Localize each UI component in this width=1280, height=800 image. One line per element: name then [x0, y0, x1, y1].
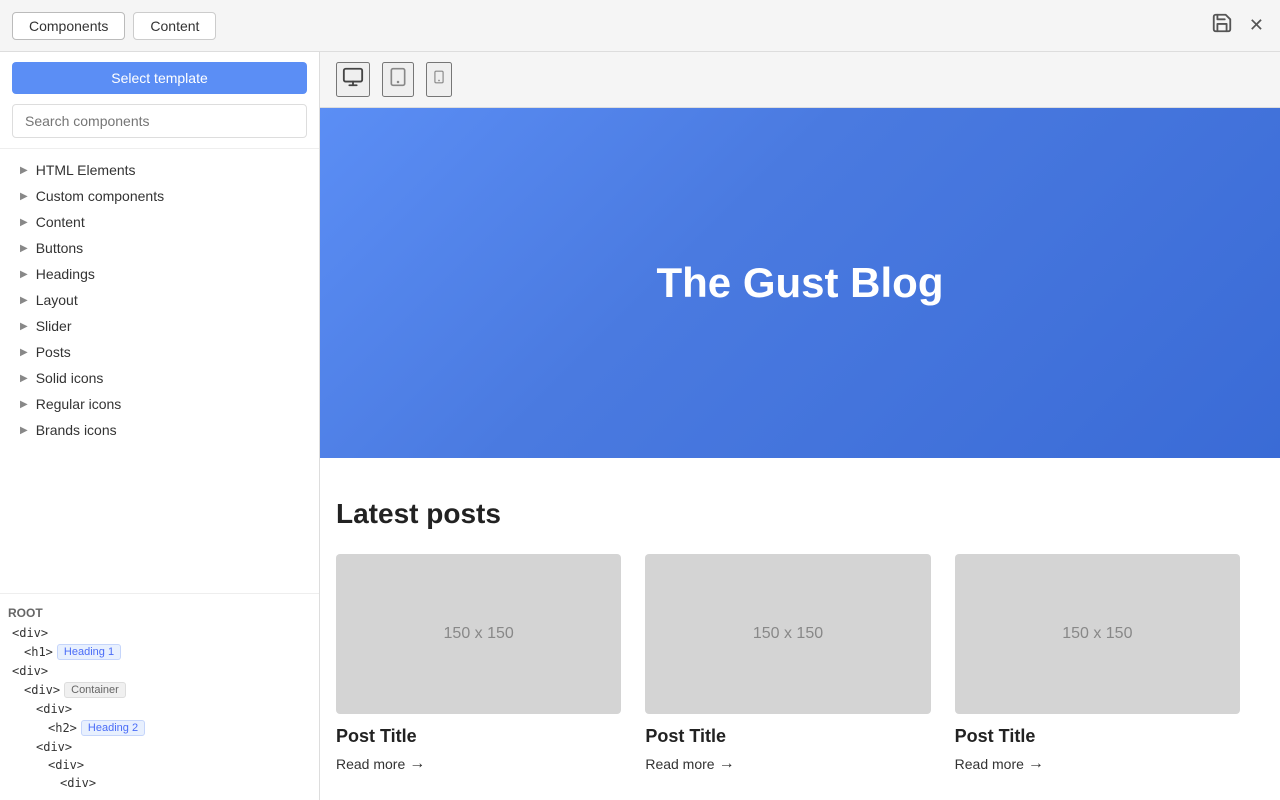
chevron-right-icon: ▶	[20, 347, 28, 358]
sidebar-item-slider[interactable]: ▶ Slider	[0, 313, 319, 339]
arrow-right-icon: →	[409, 755, 425, 773]
sidebar-item-label: HTML Elements	[36, 162, 136, 178]
top-bar: Components Content ✕	[0, 0, 1280, 52]
read-more-text: Read more	[645, 756, 714, 772]
dom-line[interactable]: <div>	[0, 774, 319, 792]
dom-line[interactable]: <div> Container	[0, 680, 319, 700]
chevron-right-icon: ▶	[20, 425, 28, 436]
sidebar-item-label: Brands icons	[36, 422, 117, 438]
dom-root-label: ROOT	[0, 602, 319, 624]
sidebar-item-buttons[interactable]: ▶ Buttons	[0, 235, 319, 261]
read-more-link[interactable]: Read more →	[645, 755, 930, 773]
post-title: Post Title	[336, 726, 621, 747]
preview-area: The Gust Blog Latest posts 150 x 150 Pos…	[320, 52, 1280, 800]
desktop-view-button[interactable]	[336, 62, 370, 97]
sidebar-item-custom-components[interactable]: ▶ Custom components	[0, 183, 319, 209]
preview-content: The Gust Blog Latest posts 150 x 150 Pos…	[320, 108, 1280, 800]
sidebar-item-layout[interactable]: ▶ Layout	[0, 287, 319, 313]
hero-section: The Gust Blog	[320, 108, 1280, 458]
read-more-text: Read more	[955, 756, 1024, 772]
dom-line[interactable]: <div>	[0, 662, 319, 680]
sidebar-item-solid-icons[interactable]: ▶ Solid icons	[0, 365, 319, 391]
section-title: Latest posts	[336, 498, 1240, 530]
sidebar-item-label: Buttons	[36, 240, 83, 256]
post-card: 150 x 150 Post Title Read more →	[645, 554, 930, 773]
post-card: 150 x 150 Post Title Read more →	[336, 554, 621, 773]
dom-line[interactable]: <h1> Heading 1	[0, 642, 319, 662]
save-button[interactable]	[1207, 8, 1237, 43]
sidebar-item-html-elements[interactable]: ▶ HTML Elements	[0, 157, 319, 183]
sidebar-item-label: Slider	[36, 318, 72, 334]
dom-badge-heading1: Heading 1	[57, 644, 121, 660]
post-image-placeholder: 150 x 150	[336, 554, 621, 714]
sidebar-item-headings[interactable]: ▶ Headings	[0, 261, 319, 287]
read-more-link[interactable]: Read more →	[955, 755, 1240, 773]
posts-grid: 150 x 150 Post Title Read more → 150 x 1…	[336, 554, 1240, 773]
sidebar-item-content[interactable]: ▶ Content	[0, 209, 319, 235]
mobile-view-button[interactable]	[426, 62, 452, 97]
arrow-right-icon: →	[1028, 755, 1044, 773]
sidebar-item-label: Solid icons	[36, 370, 104, 386]
sidebar-item-label: Headings	[36, 266, 95, 282]
sidebar-top: Select template	[0, 52, 319, 149]
chevron-right-icon: ▶	[20, 191, 28, 202]
viewport-bar	[320, 52, 1280, 108]
sidebar-item-label: Regular icons	[36, 396, 122, 412]
tab-content[interactable]: Content	[133, 12, 216, 40]
dom-badge-container: Container	[64, 682, 126, 698]
sidebar-item-brands-icons[interactable]: ▶ Brands icons	[0, 417, 319, 443]
chevron-right-icon: ▶	[20, 269, 28, 280]
chevron-right-icon: ▶	[20, 373, 28, 384]
chevron-right-icon: ▶	[20, 165, 28, 176]
hero-title: The Gust Blog	[657, 259, 944, 307]
sidebar-item-regular-icons[interactable]: ▶ Regular icons	[0, 391, 319, 417]
sidebar-tree: ▶ HTML Elements ▶ Custom components ▶ Co…	[0, 149, 319, 593]
dom-badge-heading2: Heading 2	[81, 720, 145, 736]
post-title: Post Title	[955, 726, 1240, 747]
sidebar-item-posts[interactable]: ▶ Posts	[0, 339, 319, 365]
post-card: 150 x 150 Post Title Read more →	[955, 554, 1240, 773]
dom-line[interactable]: <div>	[0, 700, 319, 718]
select-template-button[interactable]: Select template	[12, 62, 307, 94]
chevron-right-icon: ▶	[20, 295, 28, 306]
post-image-placeholder: 150 x 150	[955, 554, 1240, 714]
chevron-right-icon: ▶	[20, 243, 28, 254]
close-button[interactable]: ✕	[1245, 11, 1268, 40]
main-layout: Select template ▶ HTML Elements ▶ Custom…	[0, 52, 1280, 800]
dom-line[interactable]: <div>	[0, 738, 319, 756]
top-bar-actions: ✕	[1207, 8, 1268, 43]
dom-line[interactable]: <div>	[0, 624, 319, 642]
chevron-right-icon: ▶	[20, 399, 28, 410]
sidebar-item-label: Custom components	[36, 188, 164, 204]
sidebar-item-label: Content	[36, 214, 85, 230]
post-image-placeholder: 150 x 150	[645, 554, 930, 714]
post-title: Post Title	[645, 726, 930, 747]
chevron-right-icon: ▶	[20, 217, 28, 228]
latest-posts-section: Latest posts 150 x 150 Post Title Read m…	[320, 458, 1280, 793]
dom-line[interactable]: <h2> Heading 2	[0, 718, 319, 738]
arrow-right-icon: →	[719, 755, 735, 773]
search-input[interactable]	[12, 104, 307, 138]
dom-line[interactable]: <div>	[0, 756, 319, 774]
read-more-text: Read more	[336, 756, 405, 772]
tablet-view-button[interactable]	[382, 62, 414, 97]
dom-tree: ROOT <div> <h1> Heading 1 <div> <div> Co…	[0, 593, 319, 800]
sidebar-item-label: Posts	[36, 344, 71, 360]
sidebar-item-label: Layout	[36, 292, 78, 308]
read-more-link[interactable]: Read more →	[336, 755, 621, 773]
sidebar: Select template ▶ HTML Elements ▶ Custom…	[0, 52, 320, 800]
chevron-right-icon: ▶	[20, 321, 28, 332]
tab-components[interactable]: Components	[12, 12, 125, 40]
